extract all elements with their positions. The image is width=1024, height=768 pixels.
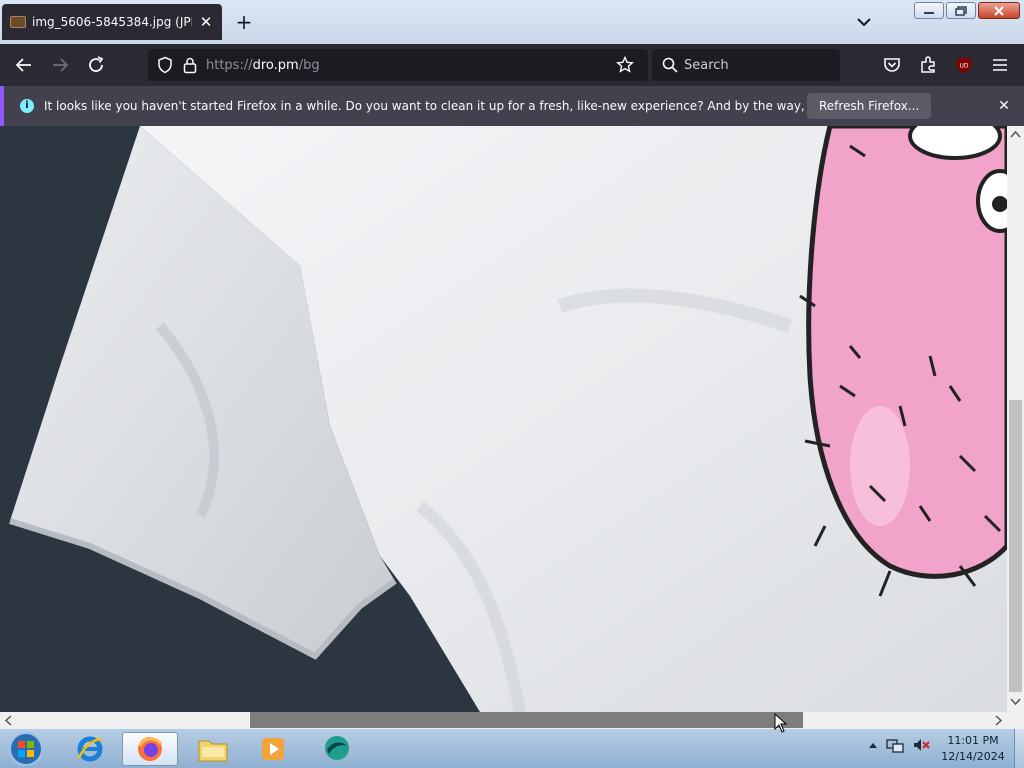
ublock-icon: UD — [957, 57, 971, 73]
extensions-button[interactable] — [916, 53, 940, 77]
scroll-right-icon[interactable] — [995, 715, 1003, 726]
tab-strip: img_5606-5845384.jpg (JPEG Im ✕ + — [0, 0, 1024, 44]
minimize-icon — [924, 11, 934, 14]
system-tray — [868, 737, 930, 753]
taskbar: 11:01 PM 12/14/2024 — [0, 728, 1024, 768]
app-menu-button[interactable] — [988, 53, 1012, 77]
reload-icon — [89, 56, 104, 72]
media-player-taskbar[interactable] — [245, 732, 301, 766]
app-taskbar[interactable] — [308, 732, 364, 766]
new-tab-button[interactable]: + — [232, 10, 256, 34]
notification-close-button[interactable]: ✕ — [994, 96, 1014, 116]
network-icon[interactable] — [886, 737, 904, 753]
firefox-icon — [138, 737, 163, 761]
reload-button[interactable] — [84, 53, 108, 77]
search-placeholder: Search — [684, 57, 729, 73]
chevron-down-icon — [857, 18, 871, 27]
pocket-button[interactable] — [880, 53, 904, 77]
tab-list-button[interactable] — [852, 10, 876, 34]
menu-icon — [993, 59, 1007, 71]
scroll-down-icon[interactable] — [1010, 698, 1021, 706]
clock-time: 11:01 PM — [947, 734, 999, 747]
notification-bar: i It looks like you haven't started Fire… — [0, 86, 1024, 126]
scroll-up-icon[interactable] — [1010, 130, 1021, 138]
ublock-badge-text: UD — [959, 63, 968, 70]
search-bar[interactable]: Search — [652, 49, 840, 81]
media-player-icon — [262, 738, 284, 760]
notification-message: It looks like you haven't started Firefo… — [44, 99, 900, 113]
ublock-button[interactable]: UD — [952, 53, 976, 77]
vertical-scroll-thumb[interactable] — [1009, 400, 1022, 692]
url-protocol: https:// — [206, 57, 253, 73]
restore-button[interactable] — [946, 2, 976, 19]
tab-title: img_5606-5845384.jpg (JPEG Im — [32, 15, 192, 29]
info-icon: i — [20, 99, 34, 113]
window-controls — [914, 2, 1020, 19]
scroll-left-icon[interactable] — [4, 715, 12, 726]
restore-icon — [955, 5, 967, 16]
refresh-firefox-button[interactable]: Refresh Firefox... — [807, 93, 932, 119]
minimize-button[interactable] — [914, 2, 944, 19]
horizontal-scroll-thumb[interactable] — [250, 712, 803, 728]
folder-icon — [198, 740, 228, 762]
shield-icon[interactable] — [156, 56, 174, 74]
internet-explorer-icon — [77, 736, 103, 762]
forward-button[interactable] — [48, 53, 72, 77]
windows-start-icon — [9, 732, 43, 766]
lock-icon[interactable] — [182, 56, 198, 74]
tshirt-photo — [0, 126, 1007, 712]
horizontal-scrollbar[interactable] — [0, 712, 1024, 728]
url-bar[interactable]: https://dro.pm/bg — [148, 49, 648, 81]
show-desktop-button[interactable] — [1014, 729, 1024, 768]
mouse-cursor-icon — [774, 713, 788, 733]
clock[interactable]: 11:01 PM 12/14/2024 — [940, 733, 1006, 765]
back-button[interactable] — [12, 53, 36, 77]
url-path: /bg — [298, 57, 320, 73]
url-host: dro.pm — [252, 57, 299, 73]
extensions-icon — [921, 56, 935, 73]
start-button[interactable] — [6, 731, 46, 767]
image-favicon-icon — [10, 16, 26, 28]
navigation-toolbar: https://dro.pm/bg Search UD — [0, 44, 1024, 86]
volume-muted-icon[interactable] — [912, 737, 930, 753]
tab-active[interactable]: img_5606-5845384.jpg (JPEG Im ✕ — [2, 4, 222, 40]
firefox-taskbar[interactable] — [122, 732, 178, 766]
forward-icon — [53, 58, 69, 72]
search-icon — [662, 57, 678, 73]
pocket-icon — [884, 58, 900, 72]
close-window-button[interactable] — [978, 2, 1020, 19]
back-icon — [15, 58, 31, 72]
close-icon — [994, 5, 1004, 16]
clock-date: 12/14/2024 — [941, 750, 1005, 763]
image-viewer — [0, 126, 1007, 712]
tray-expand-icon[interactable] — [868, 741, 878, 749]
file-explorer-taskbar[interactable] — [185, 732, 241, 766]
vertical-scrollbar[interactable] — [1007, 126, 1024, 712]
app-bubble-icon — [325, 736, 349, 760]
bookmark-star-icon[interactable] — [616, 56, 634, 74]
internet-explorer-taskbar[interactable] — [62, 732, 118, 766]
tab-close-button[interactable]: ✕ — [198, 13, 214, 31]
